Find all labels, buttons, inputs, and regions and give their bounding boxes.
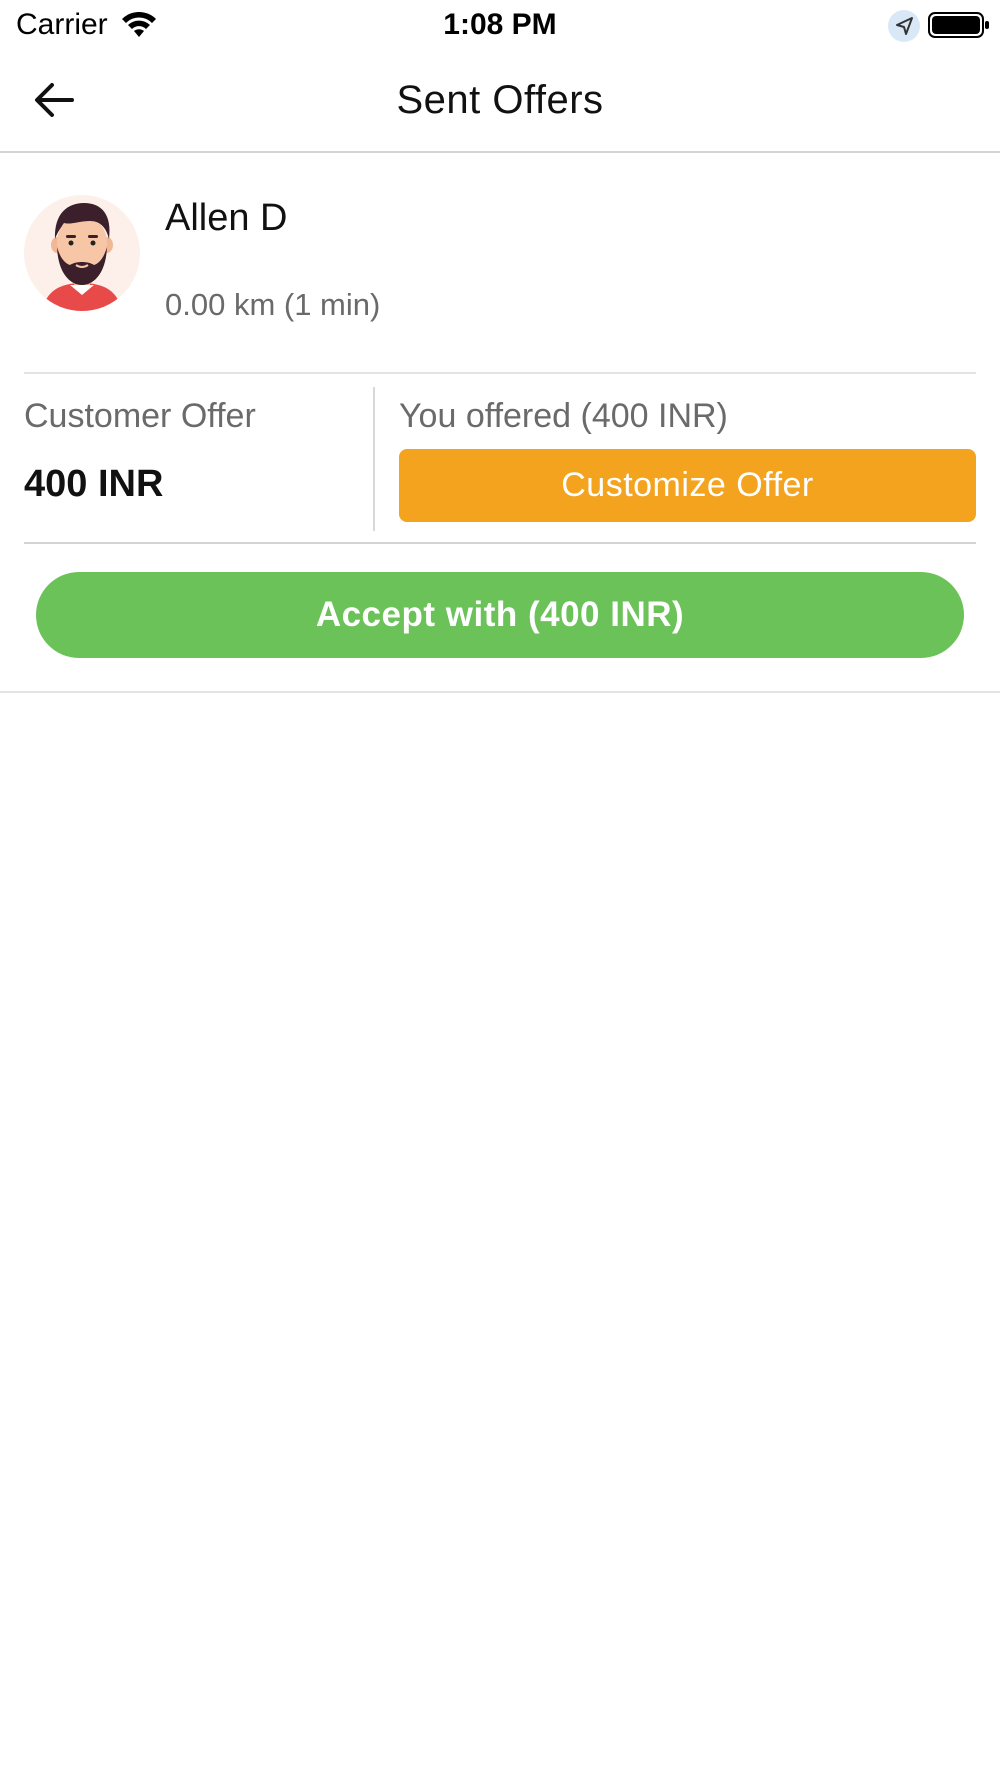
- offer-card: Allen D 0.00 km (1 min) Customer Offer 4…: [0, 155, 1000, 693]
- customer-offer-value: 400 INR: [24, 463, 164, 505]
- divider: [24, 542, 976, 544]
- header: Sent Offers: [0, 50, 1000, 153]
- rider-name: Allen D: [165, 197, 288, 239]
- bearded-man-avatar-icon: [42, 203, 122, 311]
- location-arrow-icon: [888, 10, 920, 42]
- divider: [24, 372, 976, 374]
- battery-icon: [928, 12, 989, 38]
- avatar: [24, 195, 140, 311]
- page-title: Sent Offers: [396, 78, 604, 122]
- vertical-divider: [373, 387, 375, 531]
- status-time: 1:08 PM: [443, 8, 557, 41]
- rider-distance: 0.00 km (1 min): [165, 287, 381, 322]
- customer-offer-label: Customer Offer: [24, 397, 256, 435]
- accept-offer-button[interactable]: Accept with (400 INR): [36, 572, 964, 658]
- status-bar: Carrier 1:08 PM: [0, 0, 1000, 50]
- sent-offers-screen: Carrier 1:08 PM Sent Offers Allen D 0.00…: [0, 0, 1000, 1778]
- customize-offer-button[interactable]: Customize Offer: [399, 449, 976, 522]
- you-offered-label: You offered (400 INR): [399, 397, 728, 435]
